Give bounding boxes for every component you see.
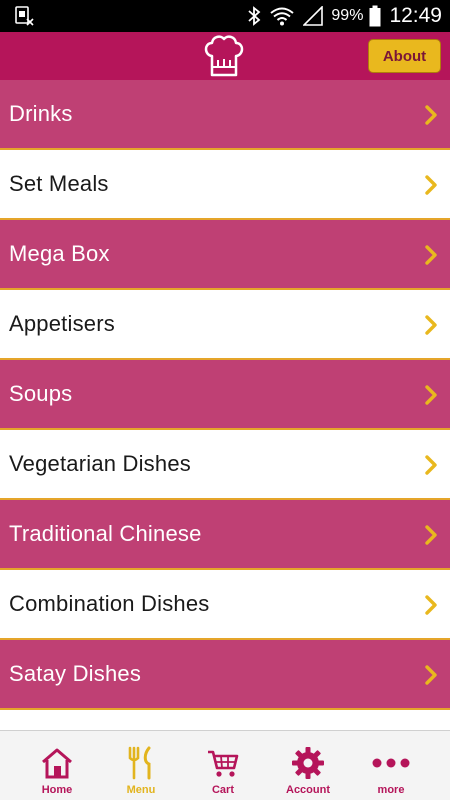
menu-item-label: Appetisers <box>9 311 115 336</box>
menu-item-combination-dishes[interactable]: Combination Dishes <box>0 570 450 640</box>
menu-item-label: Traditional Chinese <box>9 521 202 546</box>
nav-item-menu[interactable]: Menu <box>96 731 186 800</box>
bottom-nav: Home Menu Cart Account more <box>0 730 450 800</box>
menu-item-label: Soups <box>9 381 73 406</box>
nav-label: Cart <box>211 784 234 796</box>
menu-item-vegetarian-dishes[interactable]: Vegetarian Dishes <box>0 430 450 500</box>
nav-label: Home <box>41 784 73 796</box>
chevron-right-icon <box>425 665 437 685</box>
menu-item-label: Satay Dishes <box>9 661 142 686</box>
about-button[interactable]: About <box>368 39 441 73</box>
menu-item-drinks[interactable]: Drinks <box>0 80 450 150</box>
nav-item-cart[interactable]: Cart <box>178 731 268 800</box>
nav-item-account[interactable]: Account <box>263 731 353 800</box>
menu-item-label: Set Meals <box>9 171 109 196</box>
gear-icon <box>288 745 328 781</box>
menu-item-appetisers[interactable]: Appetisers <box>0 290 450 360</box>
menu-item-satay-dishes[interactable]: Satay Dishes <box>0 640 450 710</box>
chevron-right-icon <box>425 105 437 125</box>
menu-item-label: Drinks <box>9 101 73 126</box>
chef-hat-icon <box>201 34 247 78</box>
battery-icon <box>369 5 381 27</box>
menu-item-label: Mega Box <box>9 241 110 266</box>
signal-icon <box>303 6 324 26</box>
chevron-right-icon <box>425 175 437 195</box>
wifi-icon <box>269 5 295 27</box>
menu-item-mega-box[interactable]: Mega Box <box>0 220 450 290</box>
more-dots-icon <box>371 745 411 781</box>
nav-item-more[interactable]: more <box>346 731 436 800</box>
battery-percent: 99% <box>331 7 364 24</box>
chevron-right-icon <box>425 525 437 545</box>
sim-card-icon <box>14 5 36 27</box>
chevron-right-icon <box>425 595 437 615</box>
fork-knife-icon <box>121 745 161 781</box>
bluetooth-icon <box>247 6 261 26</box>
menu-item-soups[interactable]: Soups <box>0 360 450 430</box>
chevron-right-icon <box>425 315 437 335</box>
chevron-right-icon <box>425 455 437 475</box>
chevron-right-icon <box>425 385 437 405</box>
nav-item-home[interactable]: Home <box>12 731 102 800</box>
chevron-right-icon <box>425 245 437 265</box>
app-header: About <box>0 32 450 80</box>
status-bar: 99% 12:49 <box>0 0 450 32</box>
nav-label: Menu <box>126 784 156 796</box>
menu-item-traditional-chinese[interactable]: Traditional Chinese <box>0 500 450 570</box>
cart-icon <box>203 745 243 781</box>
status-time: 12:49 <box>389 4 442 27</box>
home-icon <box>37 745 77 781</box>
nav-label: more <box>377 784 405 796</box>
menu-item-set-meals[interactable]: Set Meals <box>0 150 450 220</box>
menu-item-label: Vegetarian Dishes <box>9 451 191 476</box>
menu-item-label: Combination Dishes <box>9 591 210 616</box>
nav-label: Account <box>286 784 330 796</box>
menu-category-list: Drinks Set Meals Mega Box Appetisers Sou… <box>0 80 450 730</box>
